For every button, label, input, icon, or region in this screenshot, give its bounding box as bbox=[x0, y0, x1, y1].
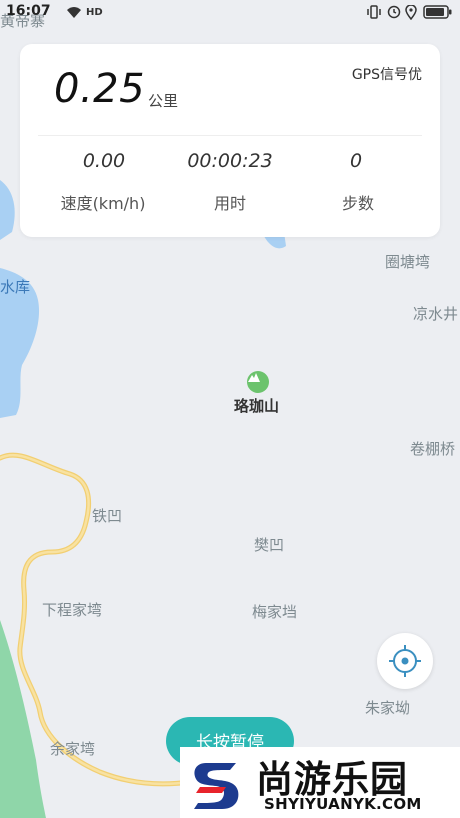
map-label-juanpengqiao: 卷棚桥 bbox=[410, 440, 456, 458]
map-label-reservoir: 水库 bbox=[0, 278, 31, 296]
alarm-icon bbox=[387, 4, 401, 20]
map-label-luojiashan[interactable]: 珞珈山 bbox=[234, 395, 279, 416]
map-label-quantangwan: 圈塘塆 bbox=[385, 253, 431, 271]
crosshair-icon bbox=[389, 645, 421, 677]
gps-signal-status: GPS信号优 bbox=[351, 67, 422, 83]
distance-unit: 公里 bbox=[148, 92, 179, 110]
speed-value: 0.00 bbox=[82, 150, 126, 172]
map-label-xiachengjiawan: 下程家塆 bbox=[42, 601, 103, 619]
map-label-meijiadang: 梅家垱 bbox=[252, 603, 298, 621]
speed-label: 速度(km/h) bbox=[60, 194, 146, 213]
map-label-tiewa: 铁凹 bbox=[92, 507, 123, 525]
workout-stats-card: 0.25 公里 GPS信号优 0.00 速度(km/h) 00:00:23 用时… bbox=[20, 44, 440, 237]
map-label-yujiawan: 余家塆 bbox=[50, 740, 96, 758]
steps-label: 步数 bbox=[341, 194, 374, 213]
elapsed-time-label: 用时 bbox=[213, 194, 246, 213]
map-label-zhujiaao: 朱家坳 bbox=[365, 699, 411, 717]
steps-value: 0 bbox=[350, 150, 362, 172]
battery-icon bbox=[423, 4, 453, 20]
distance-value: 0.25 bbox=[54, 66, 146, 112]
status-time: 16:07 bbox=[6, 3, 51, 19]
locate-me-button[interactable] bbox=[377, 633, 433, 689]
map-label-liangshuijing: 凉水井 bbox=[413, 305, 459, 323]
watermark: 尚游乐园 SHYIYUANYK.COM bbox=[180, 747, 460, 818]
card-divider bbox=[38, 135, 422, 136]
vibrate-icon bbox=[366, 4, 382, 20]
map-label-fanwa: 樊凹 bbox=[254, 536, 285, 554]
elapsed-time-value: 00:00:23 bbox=[187, 150, 273, 172]
location-icon bbox=[405, 4, 417, 20]
watermark-logo-icon bbox=[194, 763, 239, 809]
hd-network-indicator: HD bbox=[86, 6, 103, 18]
status-bar: 16:07 HD bbox=[0, 0, 460, 26]
watermark-url: SHYIYUANYK.COM bbox=[264, 795, 422, 813]
wifi-icon bbox=[66, 4, 82, 20]
mountain-icon[interactable] bbox=[247, 371, 269, 393]
